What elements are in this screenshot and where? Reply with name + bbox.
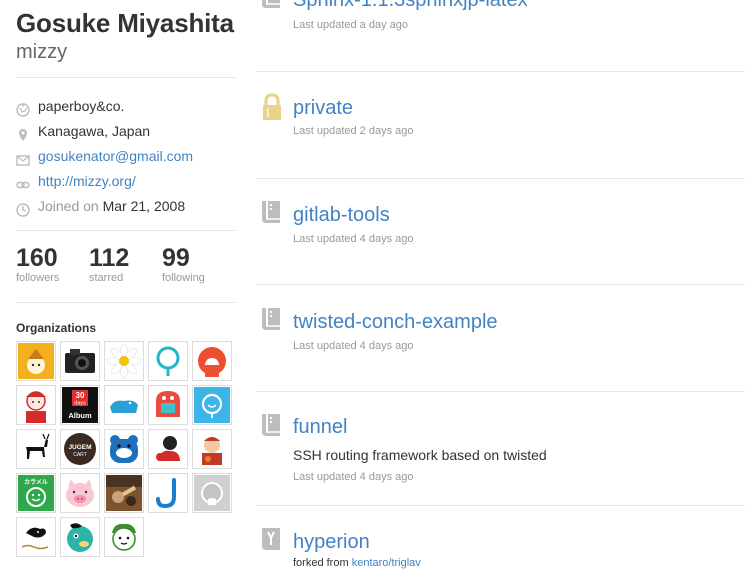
joined-date: Mar 21, 2008 <box>102 198 186 214</box>
org-avatar[interactable] <box>192 341 232 381</box>
following-count: 99 <box>162 244 190 272</box>
organization-icon <box>16 100 30 117</box>
repo-updated: Last updated 4 days ago <box>293 340 414 352</box>
profile-username: mizzy <box>16 41 68 63</box>
repo-name-link[interactable]: gitlab-tools <box>293 204 390 227</box>
repo-icon <box>260 306 284 334</box>
karamel-text: カラメル <box>24 479 48 486</box>
repo-divider <box>256 284 745 285</box>
starred-label: starred <box>89 272 124 284</box>
repo-divider <box>256 178 745 179</box>
org-avatar[interactable]: 30 days Album <box>60 385 100 425</box>
profile-email: gosukenator@gmail.com <box>16 144 236 169</box>
profile-organization: paperboy&co. <box>16 94 236 119</box>
album-word-text: Album <box>68 411 92 420</box>
repo-icon <box>260 412 284 440</box>
lock-icon <box>260 93 284 121</box>
repo-divider <box>256 391 745 392</box>
org-avatar[interactable] <box>148 341 188 381</box>
repo-name-link[interactable]: hyperion <box>293 531 370 554</box>
repo-name-link[interactable]: private <box>293 97 353 120</box>
organization-name: paperboy&co. <box>38 98 125 114</box>
profile-stats: 160 followers 112 starred 99 following <box>16 244 236 285</box>
link-icon <box>16 175 30 189</box>
org-avatar[interactable] <box>60 341 100 381</box>
mail-icon <box>16 150 30 166</box>
followers-stat[interactable]: 160 followers <box>16 244 89 285</box>
repo-updated: Last updated 2 days ago <box>293 125 414 137</box>
location-pin-icon <box>16 125 30 141</box>
album-days-text: days <box>74 401 86 407</box>
repo-updated: Last updated a day ago <box>293 19 408 31</box>
repo-divider <box>256 71 745 72</box>
repo-name-link[interactable]: funnel <box>293 416 348 439</box>
starred-stat[interactable]: 112 starred <box>89 244 162 285</box>
followers-label: followers <box>16 272 60 284</box>
org-avatar[interactable] <box>148 385 188 425</box>
following-label: following <box>162 272 205 284</box>
org-avatar[interactable] <box>148 429 188 469</box>
repo-forked-info: forked from kentaro/triglav <box>293 557 421 569</box>
divider <box>16 230 236 231</box>
fork-icon <box>260 526 284 554</box>
joined-label: Joined on <box>38 198 99 214</box>
org-avatar[interactable] <box>104 473 144 513</box>
org-avatar[interactable] <box>104 517 144 557</box>
divider <box>16 77 236 78</box>
org-avatar[interactable]: JUGEM CART <box>60 429 100 469</box>
org-avatar[interactable] <box>104 341 144 381</box>
forked-prefix: forked from <box>293 557 349 569</box>
email-link[interactable]: gosukenator@gmail.com <box>38 144 193 169</box>
repo-name-link[interactable]: twisted-conch-example <box>293 311 498 334</box>
starred-count: 112 <box>89 244 130 272</box>
profile-joined: Joined on Mar 21, 2008 <box>16 194 236 219</box>
organizations-heading: Organizations <box>16 321 97 335</box>
jugem-text: JUGEM <box>68 444 91 451</box>
repo-icon <box>260 199 284 227</box>
org-avatar[interactable] <box>60 473 100 513</box>
org-avatar[interactable] <box>192 429 232 469</box>
org-avatar[interactable] <box>192 473 232 513</box>
profile-full-name: Gosuke Miyashita <box>16 8 234 38</box>
repo-updated: Last updated 4 days ago <box>293 233 414 245</box>
website-link[interactable]: http://mizzy.org/ <box>38 169 136 194</box>
org-avatar[interactable] <box>104 429 144 469</box>
profile-location: Kanagawa, Japan <box>16 119 236 144</box>
org-avatar[interactable] <box>60 517 100 557</box>
location-text: Kanagawa, Japan <box>38 123 151 139</box>
repo-updated: Last updated 4 days ago <box>293 471 414 483</box>
repo-description: SSH routing framework based on twisted <box>293 447 547 463</box>
album-30-text: 30 <box>76 391 85 400</box>
org-avatar[interactable] <box>16 385 56 425</box>
divider <box>16 302 236 303</box>
org-avatar[interactable] <box>104 385 144 425</box>
org-avatar[interactable] <box>16 517 56 557</box>
repo-icon <box>260 0 284 12</box>
following-stat[interactable]: 99 following <box>162 244 235 285</box>
org-avatar[interactable] <box>148 473 188 513</box>
org-avatar[interactable] <box>192 385 232 425</box>
clock-icon <box>16 200 30 217</box>
repo-divider <box>256 505 745 506</box>
forked-source-link[interactable]: kentaro/triglav <box>352 557 421 569</box>
profile-details: paperboy&co. Kanagawa, Japan gosukenator… <box>16 94 236 219</box>
repo-name-link[interactable]: Sphinx-1.1.3sphinxjp-latex <box>293 0 528 12</box>
org-avatar[interactable] <box>16 341 56 381</box>
org-avatar[interactable] <box>16 429 56 469</box>
jugem-cart-text: CART <box>73 452 87 458</box>
profile-website: http://mizzy.org/ <box>16 169 236 194</box>
followers-count: 160 <box>16 244 58 272</box>
org-avatar[interactable]: カラメル <box>16 473 56 513</box>
